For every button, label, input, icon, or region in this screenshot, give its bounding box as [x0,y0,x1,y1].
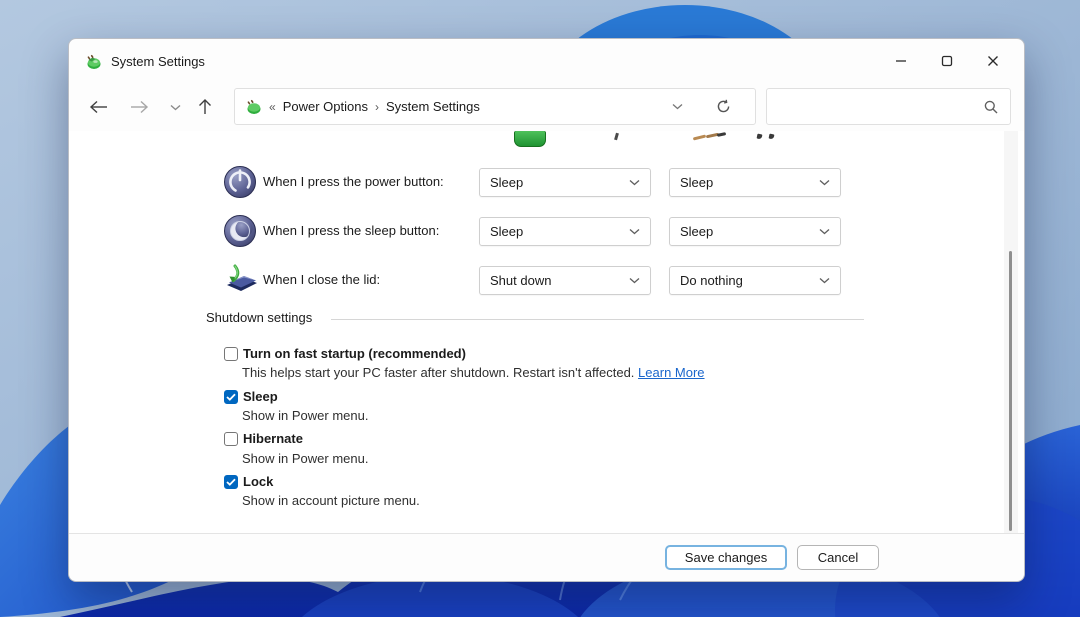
scrollbar-thumb[interactable] [1009,251,1012,531]
dropdown-value: Sleep [490,224,524,239]
desktop: System Settings « Power Options › System… [0,0,1080,617]
dropdown-value: Sleep [680,224,714,239]
close-icon [988,56,998,66]
settings-content: When I press the power button: Sleep Sle… [69,131,1024,534]
chevron-down-icon [629,229,640,235]
breadcrumb-collapse-chevrons[interactable]: « [269,100,276,114]
navigation-bar: « Power Options › System Settings [69,83,1024,131]
sleep-button-on-battery-dropdown[interactable]: Sleep [479,217,651,246]
back-button[interactable] [87,95,111,119]
search-input[interactable] [779,98,984,115]
fast-startup-option[interactable]: Turn on fast startup (recommended) [224,346,466,362]
scrollbar-track[interactable] [1004,131,1018,534]
lock-description: Show in account picture menu. [242,493,420,508]
dropdown-value: Sleep [490,175,524,190]
footer: Save changes Cancel [69,533,1024,581]
power-button-label: When I press the power button: [263,174,444,189]
dropdown-value: Sleep [680,175,714,190]
window-title: System Settings [111,53,205,69]
learn-more-link[interactable]: Learn More [638,365,704,380]
breadcrumb-separator: › [374,99,379,114]
chevron-down-icon [819,278,830,284]
check-icon [226,478,236,486]
minimize-icon [896,60,906,62]
breadcrumb-system-settings[interactable]: System Settings [386,99,480,114]
clipped-plug-icon [716,132,727,137]
clipped-text-fragment [756,133,763,140]
lid-close-icon [227,264,257,291]
sleep-option[interactable]: Sleep [224,389,278,405]
search-icon [984,100,998,113]
search-box[interactable] [766,88,1011,125]
close-lid-row: When I close the lid: Shut down Do nothi… [69,263,1024,297]
lock-label[interactable]: Lock [243,474,273,490]
chevron-down-icon [819,229,830,235]
up-button[interactable] [193,95,217,119]
refresh-icon[interactable] [716,99,731,114]
maximize-button[interactable] [924,46,970,76]
close-lid-plugged-in-dropdown[interactable]: Do nothing [669,266,841,295]
clipped-text-fragment [768,133,775,140]
sleep-description: Show in Power menu. [242,408,369,423]
shutdown-settings-heading: Shutdown settings [206,310,313,325]
up-arrow-icon [199,99,211,114]
clipped-battery-icon [514,131,546,147]
section-divider [331,319,864,320]
hibernate-checkbox[interactable] [224,432,238,446]
titlebar[interactable]: System Settings [69,39,1024,83]
recent-pages-button[interactable] [163,95,187,119]
power-button-row: When I press the power button: Sleep Sle… [69,165,1024,199]
fast-startup-description: This helps start your PC faster after sh… [242,365,705,380]
dropdown-value: Do nothing [680,273,743,288]
close-lid-on-battery-dropdown[interactable]: Shut down [479,266,651,295]
save-changes-button[interactable]: Save changes [665,545,787,570]
sleep-label[interactable]: Sleep [243,389,278,405]
address-dropdown-chevron-icon[interactable] [672,103,683,110]
back-arrow-icon [89,100,107,114]
check-icon [226,393,236,401]
power-options-app-icon [87,54,101,69]
chevron-down-icon [170,104,180,110]
dropdown-value: Shut down [490,273,552,288]
power-button-icon [224,166,256,198]
sleep-button-plugged-in-dropdown[interactable]: Sleep [669,217,841,246]
chevron-down-icon [629,278,640,284]
clipped-plug-icon [692,134,707,141]
sleep-button-icon [224,215,256,247]
chevron-down-icon [629,180,640,186]
sleep-checkbox[interactable] [224,390,238,404]
forward-button[interactable] [127,95,151,119]
hibernate-description: Show in Power menu. [242,451,369,466]
sleep-button-row: When I press the sleep button: Sleep Sle… [69,214,1024,248]
address-bar-app-icon [247,99,261,114]
hibernate-label[interactable]: Hibernate [243,431,303,447]
sleep-button-label: When I press the sleep button: [263,223,440,238]
clipped-glyph [614,132,619,141]
hibernate-option[interactable]: Hibernate [224,431,303,447]
system-settings-window: System Settings « Power Options › System… [68,38,1025,582]
power-button-on-battery-dropdown[interactable]: Sleep [479,168,651,197]
close-lid-label: When I close the lid: [263,272,381,287]
lock-option[interactable]: Lock [224,474,273,490]
fast-startup-checkbox[interactable] [224,347,238,361]
breadcrumb-power-options[interactable]: Power Options [283,99,368,114]
minimize-button[interactable] [878,46,924,76]
chevron-down-icon [819,180,830,186]
address-bar[interactable]: « Power Options › System Settings [234,88,756,125]
close-button[interactable] [970,46,1016,76]
lock-checkbox[interactable] [224,475,238,489]
fast-startup-label[interactable]: Turn on fast startup (recommended) [243,346,466,362]
power-button-plugged-in-dropdown[interactable]: Sleep [669,168,841,197]
cancel-button[interactable]: Cancel [797,545,879,570]
maximize-icon [941,55,953,67]
forward-arrow-icon [131,100,149,114]
